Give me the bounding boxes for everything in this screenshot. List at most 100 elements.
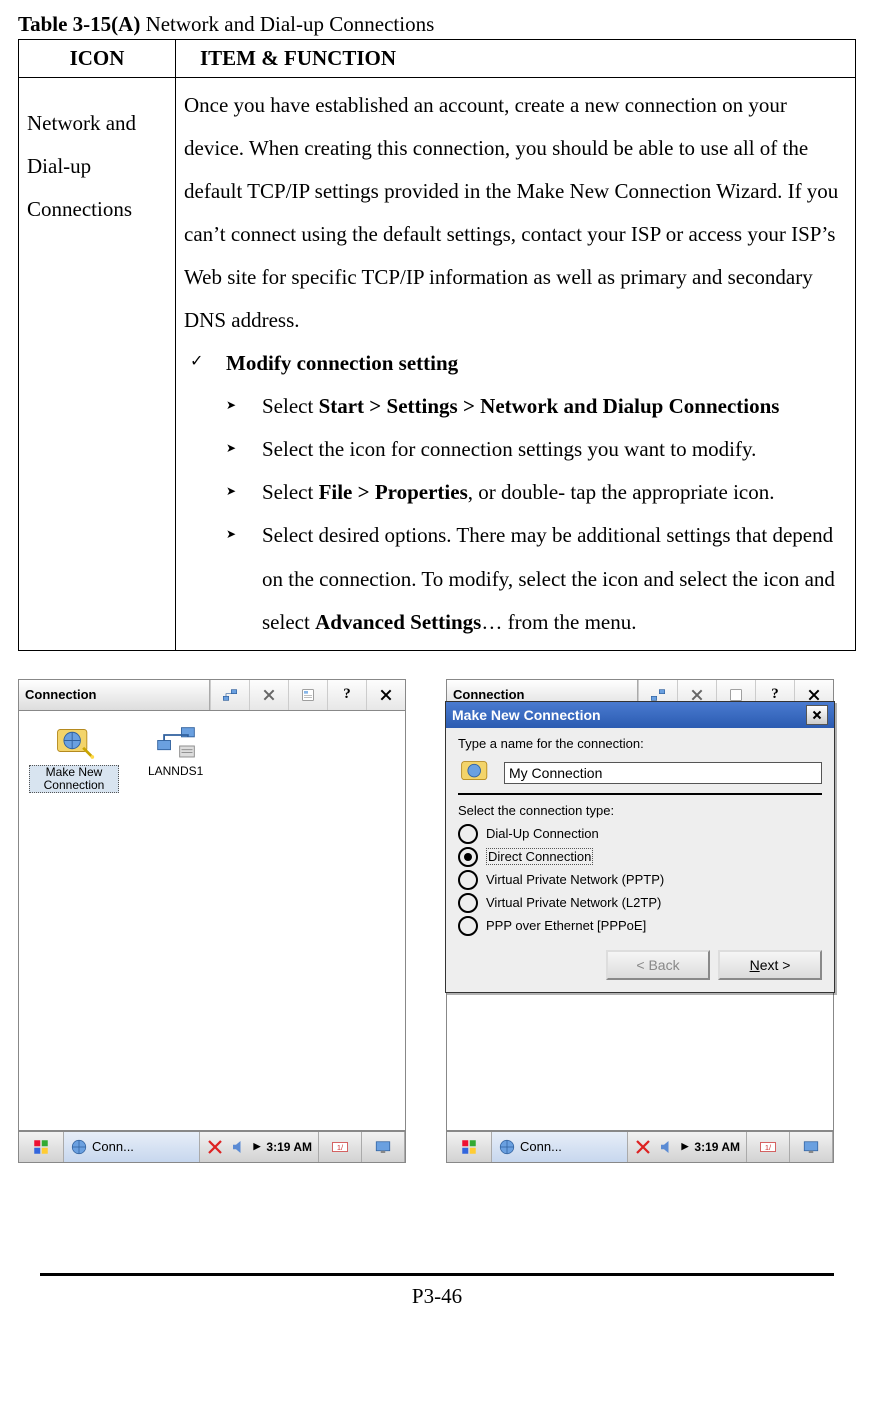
radio-icon bbox=[458, 916, 478, 936]
b4-bold: Advanced Settings bbox=[315, 610, 481, 634]
arrow-icon: ➤ bbox=[226, 428, 262, 461]
radio-icon bbox=[458, 870, 478, 890]
option-vpn-l2tp[interactable]: Virtual Private Network (L2TP) bbox=[458, 893, 822, 913]
taskbar-tray[interactable]: ▶ 3:19 AM bbox=[200, 1132, 320, 1162]
option-dialup[interactable]: Dial-Up Connection bbox=[458, 824, 822, 844]
show-desktop-button[interactable] bbox=[362, 1132, 405, 1162]
dialog-close-button[interactable] bbox=[806, 705, 828, 725]
make-new-connection-label: Make New Connection bbox=[29, 765, 119, 793]
option-label: Virtual Private Network (PPTP) bbox=[486, 872, 664, 887]
arrow-icon: ➤ bbox=[226, 471, 262, 504]
bullet-list: ➤ Select Start > Settings > Network and … bbox=[184, 385, 847, 643]
wifi-off-icon bbox=[634, 1138, 652, 1156]
lan-connection-item[interactable]: LANNDS1 bbox=[131, 723, 221, 778]
keyboard-layout-button[interactable]: 1/ bbox=[319, 1132, 362, 1162]
arrow-icon: ➤ bbox=[226, 385, 262, 418]
main-table: ICON ITEM & FUNCTION Network and Dial-up… bbox=[18, 39, 856, 651]
tray-arrow-icon: ▶ bbox=[254, 1141, 261, 1152]
svg-text:1/: 1/ bbox=[765, 1143, 772, 1152]
dialog-titlebar: Make New Connection bbox=[446, 702, 834, 728]
check-label: Modify connection setting bbox=[226, 342, 458, 385]
lan-connection-label: LANNDS1 bbox=[148, 765, 203, 778]
make-new-connection-dialog: Make New Connection Type a name for the … bbox=[445, 701, 835, 993]
intro-text: Once you have established an account, cr… bbox=[184, 84, 847, 342]
taskbar: Conn... ▶ 3:19 AM 1/ bbox=[18, 1131, 406, 1163]
b2: Select the icon for connection settings … bbox=[262, 428, 847, 471]
taskbar-app-button[interactable]: Conn... bbox=[492, 1132, 628, 1162]
show-desktop-button[interactable] bbox=[790, 1132, 833, 1162]
taskbar: Conn... ▶ 3:19 AM 1/ bbox=[446, 1131, 834, 1163]
check-item: ✓ Modify connection setting bbox=[184, 342, 847, 385]
name-prompt: Type a name for the connection: bbox=[458, 736, 822, 751]
check-icon: ✓ bbox=[190, 342, 226, 379]
delete-button[interactable] bbox=[249, 680, 288, 710]
properties-button[interactable] bbox=[288, 680, 327, 710]
option-label: Virtual Private Network (L2TP) bbox=[486, 895, 661, 910]
taskbar-tray[interactable]: ▶ 3:19 AM bbox=[628, 1132, 748, 1162]
taskbar-app-label: Conn... bbox=[92, 1139, 134, 1154]
option-pppoe[interactable]: PPP over Ethernet [PPPoE] bbox=[458, 916, 822, 936]
wifi-off-icon bbox=[206, 1138, 224, 1156]
taskbar-clock: 3:19 AM bbox=[266, 1140, 312, 1154]
connection-name-input[interactable] bbox=[504, 762, 822, 784]
icon-label: Network and Dial-up Connections bbox=[27, 102, 167, 231]
network-status-icon[interactable] bbox=[210, 680, 249, 710]
icon-cell: Network and Dial-up Connections bbox=[19, 78, 176, 651]
list-item: ➤ Select File > Properties, or double- t… bbox=[226, 471, 847, 514]
dialog-title: Make New Connection bbox=[452, 707, 601, 723]
header-func: ITEM & FUNCTION bbox=[176, 40, 856, 78]
type-prompt: Select the connection type: bbox=[458, 803, 822, 818]
b1-bold: Start > Settings > Network and Dialup Co… bbox=[319, 394, 780, 418]
b3-bold: File > Properties bbox=[319, 480, 468, 504]
window-titlebar: Connection ? bbox=[18, 679, 406, 711]
page-number: P3-46 bbox=[18, 1276, 856, 1323]
start-button[interactable] bbox=[19, 1132, 64, 1162]
window-title: Connection bbox=[19, 680, 210, 710]
table-header-row: ICON ITEM & FUNCTION bbox=[19, 40, 856, 78]
window-body[interactable]: Make New Connection LANNDS1 bbox=[18, 711, 406, 1131]
option-vpn-pptp[interactable]: Virtual Private Network (PPTP) bbox=[458, 870, 822, 890]
globe-icon bbox=[498, 1138, 516, 1156]
table-caption: Table 3-15(A) Network and Dial-up Connec… bbox=[18, 12, 856, 37]
table-title: Network and Dial-up Connections bbox=[146, 12, 435, 36]
screenshot-left: Connection ? Make New Connection bbox=[18, 679, 406, 1163]
header-icon: ICON bbox=[19, 40, 176, 78]
globe-wizard-icon bbox=[52, 723, 96, 763]
dialog-body: Type a name for the connection: Select t… bbox=[446, 728, 834, 992]
option-label: PPP over Ethernet [PPPoE] bbox=[486, 918, 646, 933]
make-new-connection-item[interactable]: Make New Connection bbox=[29, 723, 119, 793]
list-item: ➤ Select Start > Settings > Network and … bbox=[226, 385, 847, 428]
radio-icon bbox=[458, 824, 478, 844]
globe-icon bbox=[70, 1138, 88, 1156]
start-button[interactable] bbox=[447, 1132, 492, 1162]
window-body: Make New Connection Type a name for the … bbox=[446, 711, 834, 1131]
help-button[interactable]: ? bbox=[327, 680, 366, 710]
option-label: Direct Connection bbox=[486, 848, 593, 865]
radio-icon bbox=[458, 893, 478, 913]
volume-icon bbox=[658, 1138, 676, 1156]
screenshots-row: Connection ? Make New Connection bbox=[18, 679, 856, 1163]
back-label: < Back bbox=[636, 957, 679, 973]
list-item: ➤ Select the icon for connection setting… bbox=[226, 428, 847, 471]
separator bbox=[458, 793, 822, 795]
volume-icon bbox=[230, 1138, 248, 1156]
b4-post: … from the menu. bbox=[481, 610, 636, 634]
function-cell: Once you have established an account, cr… bbox=[176, 78, 856, 651]
tray-arrow-icon: ▶ bbox=[682, 1141, 689, 1152]
next-button[interactable]: Next > bbox=[718, 950, 822, 980]
screenshot-right: Connection ? Make New Connection bbox=[446, 679, 834, 1163]
option-label: Dial-Up Connection bbox=[486, 826, 599, 841]
close-button[interactable] bbox=[366, 680, 405, 710]
b1-pre: Select bbox=[262, 394, 319, 418]
connection-icon bbox=[458, 757, 494, 789]
table-row: Network and Dial-up Connections Once you… bbox=[19, 78, 856, 651]
lan-icon bbox=[154, 723, 198, 763]
option-direct[interactable]: Direct Connection bbox=[458, 847, 822, 867]
b3-post: , or double- tap the appropriate icon. bbox=[468, 480, 775, 504]
arrow-icon: ➤ bbox=[226, 514, 262, 547]
taskbar-app-button[interactable]: Conn... bbox=[64, 1132, 200, 1162]
svg-text:1/: 1/ bbox=[337, 1143, 344, 1152]
keyboard-layout-button[interactable]: 1/ bbox=[747, 1132, 790, 1162]
table-label: Table 3-15(A) bbox=[18, 12, 140, 36]
radio-icon bbox=[458, 847, 478, 867]
